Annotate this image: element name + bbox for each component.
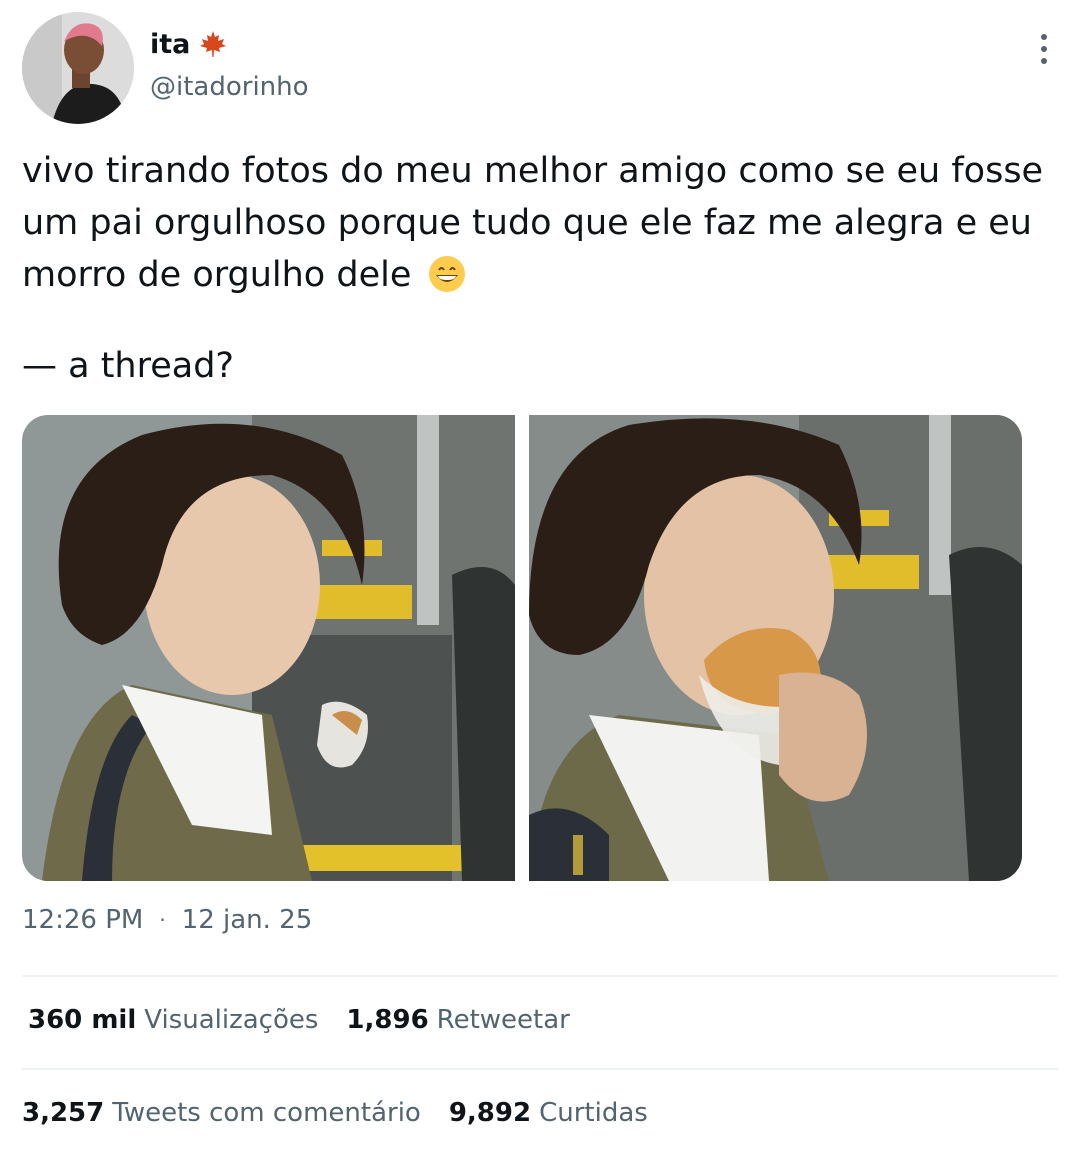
grinning-face-icon xyxy=(427,254,467,294)
tweet-body: vivo tirando fotos do meu melhor amigo c… xyxy=(22,151,1044,295)
user-info: ita @itadorinho xyxy=(150,22,309,103)
media-gallery xyxy=(22,415,1022,881)
likes-label: Curtidas xyxy=(539,1098,648,1128)
divider xyxy=(22,975,1058,977)
user-handle[interactable]: @itadorinho xyxy=(150,72,309,102)
tweet-timestamp[interactable]: 12:26 PM · 12 jan. 25 xyxy=(22,905,312,935)
likes-count: 9,892 xyxy=(448,1098,532,1128)
divider xyxy=(22,1068,1058,1070)
likes-stat[interactable]: 9,892 Curtidas xyxy=(449,1098,648,1128)
avatar[interactable] xyxy=(22,12,134,124)
quotes-label: Tweets com comentário xyxy=(112,1098,421,1128)
more-options-icon[interactable] xyxy=(1038,34,1050,64)
quotes-count: 3,257 xyxy=(22,1098,105,1128)
meta-separator: · xyxy=(159,908,166,932)
views-count: 360 mil xyxy=(28,1005,137,1035)
thread-line: — a thread? xyxy=(22,346,234,386)
stats-row-1: 360 mil Visualizações 1,896 Retweetar xyxy=(28,1005,598,1035)
tweet-time: 12:26 PM xyxy=(22,905,144,935)
tweet-text: vivo tirando fotos do meu melhor amigo c… xyxy=(22,145,1067,301)
views-stat[interactable]: 360 mil Visualizações xyxy=(28,1005,318,1035)
stats-row-2: 3,257 Tweets com comentário 9,892 Curtid… xyxy=(22,1098,676,1128)
photo-2[interactable] xyxy=(529,415,1022,881)
views-label: Visualizações xyxy=(144,1005,319,1035)
tweet-date: 12 jan. 25 xyxy=(181,905,313,935)
retweets-count: 1,896 xyxy=(346,1005,429,1035)
avatar-image xyxy=(22,12,134,124)
retweets-stat[interactable]: 1,896 Retweetar xyxy=(346,1005,569,1035)
display-name[interactable]: ita xyxy=(150,29,190,60)
quotes-stat[interactable]: 3,257 Tweets com comentário xyxy=(22,1098,421,1128)
retweets-label: Retweetar xyxy=(436,1005,570,1035)
maple-leaf-icon xyxy=(198,29,228,59)
photo-1[interactable] xyxy=(22,415,515,881)
